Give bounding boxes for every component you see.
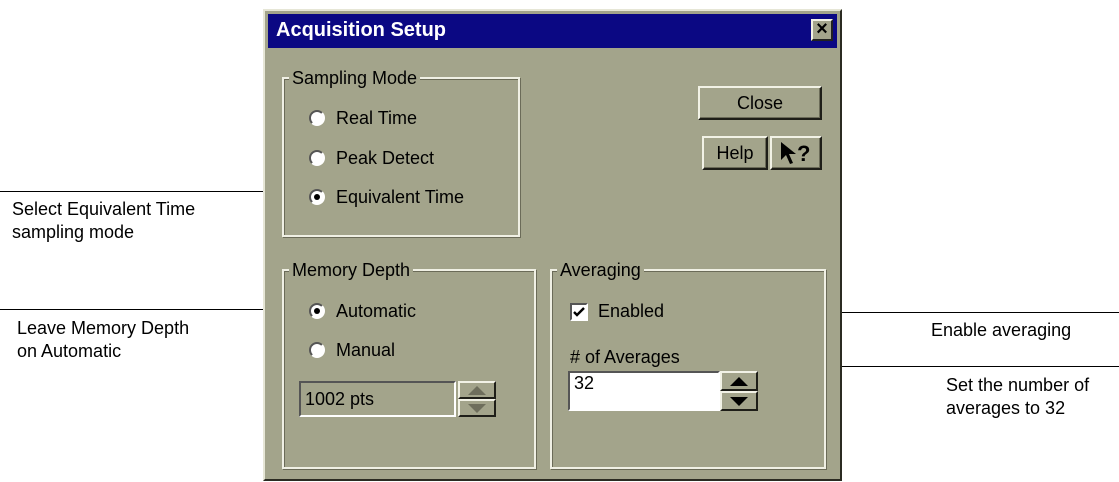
- radio-label-equivalent-time[interactable]: Equivalent Time: [336, 187, 464, 208]
- radio-automatic[interactable]: [309, 303, 325, 319]
- memory-depth-spin-up: [458, 381, 496, 399]
- radio-label-peak-detect[interactable]: Peak Detect: [336, 148, 434, 169]
- annotation-line-equivalent-time: [0, 191, 306, 192]
- radio-label-real-time[interactable]: Real Time: [336, 108, 417, 129]
- radio-selected-dot: [314, 194, 320, 200]
- check-icon: [573, 307, 585, 317]
- annotation-line-1: Set the number of: [946, 375, 1090, 395]
- radio-peak-detect[interactable]: [309, 150, 325, 166]
- annotation-line-2: on Automatic: [17, 341, 122, 361]
- radio-label-manual[interactable]: Manual: [336, 340, 395, 361]
- close-button[interactable]: Close: [698, 86, 822, 120]
- radio-selected-dot: [314, 308, 320, 314]
- annotation-line-2: averages to 32: [946, 398, 1066, 418]
- radio-real-time[interactable]: [309, 110, 325, 126]
- number-of-averages-spin-up[interactable]: [720, 371, 758, 391]
- annotation-number-of-averages: Set the number of averages to 32: [946, 374, 1089, 420]
- annotation-line-1: Leave Memory Depth: [17, 318, 190, 338]
- annotation-line-1: Enable averaging: [931, 320, 1072, 340]
- annotation-line-1: Select Equivalent Time: [12, 199, 196, 219]
- close-icon[interactable]: ×: [811, 19, 833, 41]
- averaging-group: [550, 269, 826, 469]
- number-of-averages-spin-down[interactable]: [720, 391, 758, 411]
- number-of-averages-input[interactable]: 32: [568, 371, 720, 411]
- dialog-title: Acquisition Setup: [276, 19, 446, 41]
- radio-manual[interactable]: [309, 342, 325, 358]
- radio-equivalent-time[interactable]: [309, 189, 325, 205]
- number-of-averages-label: # of Averages: [570, 347, 680, 367]
- averaging-legend: Averaging: [557, 260, 644, 281]
- memory-depth-legend: Memory Depth: [289, 260, 414, 281]
- acquisition-setup-dialog: Acquisition Setup × Sampling Mode Real T…: [263, 9, 842, 481]
- question-mark: ?: [797, 141, 810, 166]
- memory-depth-group: [282, 269, 536, 469]
- annotation-equivalent-time: Select Equivalent Time sampling mode: [12, 198, 195, 244]
- help-button[interactable]: Help: [702, 136, 768, 170]
- averaging-enabled-checkbox[interactable]: [570, 303, 588, 321]
- memory-depth-field: 1002 pts: [299, 381, 456, 417]
- annotation-enable-averaging: Enable averaging: [931, 319, 1071, 342]
- whats-this-button[interactable]: ?: [770, 136, 822, 170]
- arrow-help-icon: ?: [781, 141, 810, 166]
- title-bar[interactable]: Acquisition Setup ×: [268, 14, 837, 48]
- annotation-line-2: sampling mode: [12, 222, 135, 242]
- annotation-memory-depth: Leave Memory Depth on Automatic: [17, 317, 189, 363]
- radio-label-automatic[interactable]: Automatic: [336, 301, 416, 322]
- averaging-enabled-label[interactable]: Enabled: [598, 301, 664, 322]
- memory-depth-spin-down: [458, 399, 496, 417]
- sampling-mode-legend: Sampling Mode: [289, 68, 421, 89]
